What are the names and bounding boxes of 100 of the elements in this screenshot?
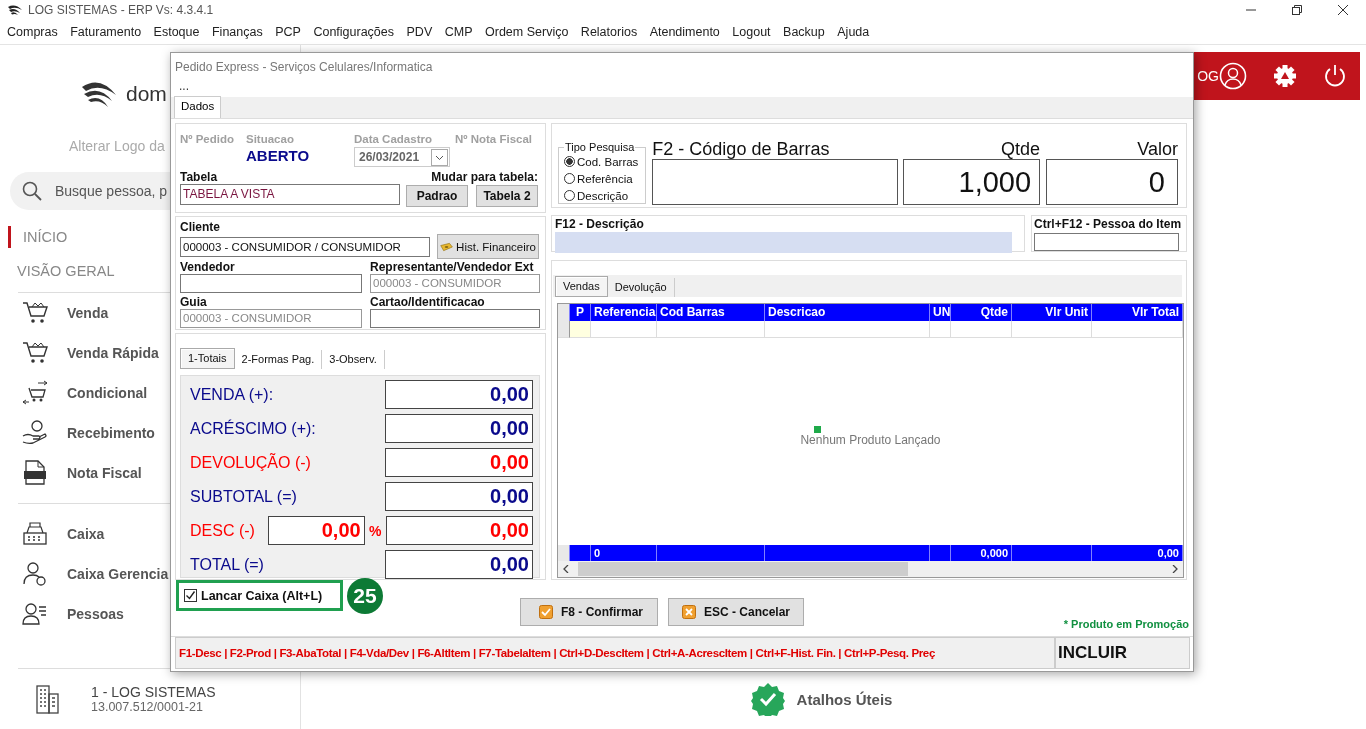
tab[interactable]: Dados: [174, 96, 222, 118]
input-field[interactable]: 1,000: [903, 159, 1041, 205]
column-header[interactable]: Referencia: [591, 304, 657, 321]
input-field[interactable]: TABELA A VISTA: [180, 184, 400, 205]
input-field[interactable]: 0,00: [385, 482, 533, 511]
scroll-thumb[interactable]: [578, 562, 908, 576]
input-field[interactable]: 0,00: [385, 516, 533, 545]
menu-item[interactable]: Compras: [7, 25, 58, 39]
total-label: SUBTOTAL (=): [190, 487, 298, 506]
company-name: 1 - LOG SISTEMAS: [91, 684, 216, 700]
percent-sign: %: [367, 522, 383, 539]
input-field[interactable]: 0,00: [385, 550, 533, 579]
total-label: DESC (-): [190, 521, 256, 540]
input-field[interactable]: 0,00: [268, 516, 365, 545]
tab[interactable]: 1-Totais: [180, 348, 235, 369]
input-field[interactable]: [555, 232, 1012, 253]
total-label: ACRÉSCIMO (+):: [190, 419, 317, 438]
document-icon: [22, 460, 48, 486]
focus-marker: [814, 426, 821, 433]
input-field[interactable]: 0,00: [385, 380, 533, 409]
tab[interactable]: 3-Observ.: [322, 350, 385, 369]
date-field[interactable]: 26/03/2021: [354, 147, 450, 167]
table-button[interactable]: Tabela 2: [476, 185, 538, 207]
column-header[interactable]: Qtde: [951, 304, 1012, 321]
menu-item[interactable]: Ordem Serviço: [485, 25, 569, 39]
input-field[interactable]: [180, 274, 362, 293]
radio-option[interactable]: Descrição: [564, 187, 642, 204]
dropdown-caret-icon[interactable]: [431, 148, 448, 166]
column-header[interactable]: UN: [930, 304, 951, 321]
scroll-right-icon[interactable]: [1171, 565, 1179, 573]
menu-item[interactable]: PCP: [275, 25, 301, 39]
input-field[interactable]: [652, 159, 899, 205]
menu-item[interactable]: Logout: [732, 25, 771, 39]
user-name: OG: [1197, 68, 1219, 84]
tab[interactable]: Devolução: [607, 278, 675, 297]
field-label: Valor: [1136, 139, 1178, 159]
field-label: Vendedor: [180, 260, 236, 274]
radio-option[interactable]: Referência: [564, 170, 642, 187]
settings-icon[interactable]: [1273, 64, 1297, 88]
shortcut-hints: F1-Desc | F2-Prod | F3-AbaTotal | F4-Vda/Dev | F6-AltItem | F7-TabelaItem | Ctrl+D-DescItem | Ctrl+A-AcrescItem | Ctrl+F-Hist. Fin. | Ctrl+P-Pesq. Preç: [175, 637, 1055, 669]
close-icon: [1338, 5, 1348, 15]
logo-text: dom: [126, 82, 167, 106]
row-header-cell: [558, 304, 570, 321]
launch-cash-checkbox[interactable]: Lancar Caixa (Alt+L): [176, 580, 343, 611]
input-field[interactable]: 000003 - CONSUMIDOR / CONSUMIDOR: [180, 236, 430, 257]
table-cell: [951, 321, 1012, 338]
history-button[interactable]: Hist. Financeiro: [437, 234, 539, 259]
hand-coin-icon: [22, 420, 48, 446]
field-label: Qtde: [1000, 139, 1041, 159]
menu-item[interactable]: Relatorios: [580, 25, 638, 39]
shortcuts-link[interactable]: Atalhos Úteis: [796, 690, 893, 708]
field-label: Situacao: [246, 133, 295, 145]
column-header[interactable]: Descricao: [765, 304, 930, 321]
power-icon[interactable]: [1323, 64, 1347, 88]
tab[interactable]: Vendas: [555, 276, 608, 297]
column-header[interactable]: Cod Barras: [657, 304, 765, 321]
scroll-left-icon[interactable]: [562, 565, 570, 573]
menu-item[interactable]: Configurações: [313, 25, 394, 39]
column-header[interactable]: Vlr Total: [1092, 304, 1183, 321]
input-field[interactable]: 0,00: [385, 448, 533, 477]
menu-item[interactable]: Faturamento: [70, 25, 142, 39]
dialog-title: Pedido Express - Serviços Celulares/Informatica: [174, 59, 434, 76]
menu-item[interactable]: Ajuda: [837, 25, 870, 39]
field-label: Mudar para tabela:: [431, 170, 538, 184]
column-header[interactable]: Vlr Unit: [1012, 304, 1092, 321]
field-label: Ctrl+F12 - Pessoa do Item: [1034, 217, 1183, 231]
tab[interactable]: 2-Formas Pag.: [234, 350, 323, 369]
input-field[interactable]: 0,00: [385, 414, 533, 443]
status-value: ABERTO: [246, 147, 311, 166]
radio-option[interactable]: Cod. Barras: [564, 153, 642, 170]
table-cell: [591, 321, 657, 338]
total-label: DEVOLUÇÃO (-): [190, 453, 312, 472]
group-label: Tipo Pesquisa: [564, 141, 636, 153]
user-icon[interactable]: [1219, 62, 1247, 90]
menu-item[interactable]: ...: [179, 79, 189, 93]
field-label: Data Cadastro: [354, 133, 433, 145]
promo-note: * Produto em Promoção: [1063, 618, 1189, 632]
input-field[interactable]: [370, 309, 540, 328]
money-icon: [440, 240, 454, 253]
menu-item[interactable]: Backup: [783, 25, 825, 39]
restore-icon: [1292, 5, 1302, 15]
field-label: Nº Pedido: [180, 133, 236, 145]
table-button[interactable]: Padrao: [406, 185, 468, 207]
cart-icon: [22, 340, 48, 366]
input-field[interactable]: [1034, 233, 1179, 251]
action-button[interactable]: ESC - Cancelar: [668, 598, 804, 626]
input-field[interactable]: 0: [1046, 159, 1178, 205]
total-label: VENDA (+):: [190, 385, 275, 404]
search-icon: [22, 181, 42, 201]
field-label: Cartao/Identificacao: [370, 295, 486, 309]
menu-item[interactable]: Atendimento: [649, 25, 720, 39]
field-label: Tabela: [180, 170, 219, 184]
person-list-icon: [22, 601, 48, 627]
horizontal-scrollbar[interactable]: [558, 561, 1183, 577]
field-label: Representante/Vendedor Ext: [370, 260, 535, 274]
menu-item[interactable]: Finanças: [211, 25, 263, 39]
action-button[interactable]: F8 - Confirmar: [520, 598, 658, 626]
menu-item[interactable]: PDV: [406, 25, 433, 39]
menu-item[interactable]: Estoque: [153, 25, 200, 39]
menu-item[interactable]: CMP: [444, 25, 473, 39]
